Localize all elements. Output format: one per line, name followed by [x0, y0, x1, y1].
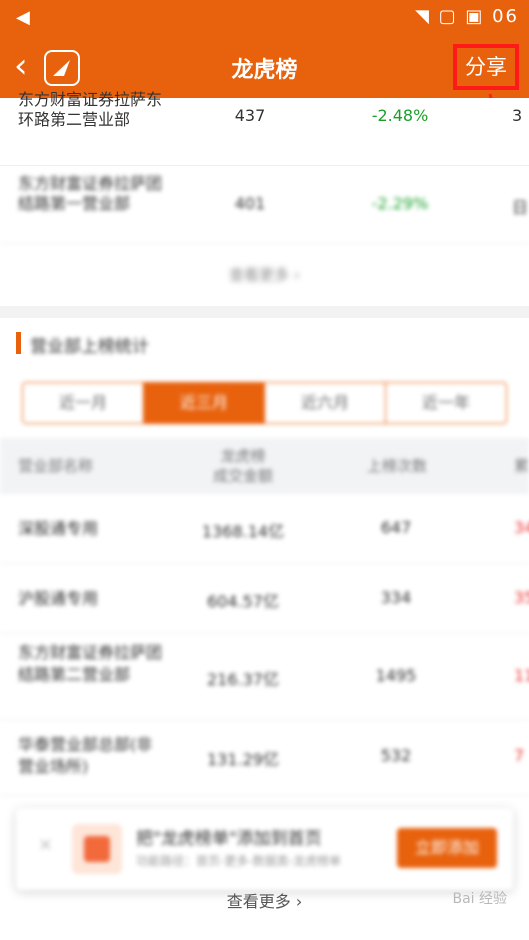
col-extra: 累	[514, 457, 529, 475]
branch-extra: 35	[514, 588, 529, 607]
branch-amount: 1368.14亿	[201, 522, 285, 541]
branch-name: 深股通专用	[18, 519, 99, 538]
banner-app-icon	[72, 824, 122, 874]
table-row[interactable]: 东方财富证券拉萨东环路第二营业部 437 -2.48% 3	[0, 90, 529, 166]
branch-pct: -2.29%	[371, 194, 429, 213]
branch-amount: 604.57亿	[207, 592, 279, 611]
section-accent	[16, 332, 21, 354]
period-tabs: 近一月 近三月 近六月 近一年	[22, 382, 507, 424]
table-row[interactable]: 深股通专用 1368.14亿 647 34	[0, 494, 529, 564]
branch-cut: 日	[512, 198, 529, 217]
branch-count: 1495	[375, 666, 417, 685]
branch-pct: -2.48%	[371, 106, 429, 125]
branch-extra: 34	[514, 518, 529, 537]
tab-three-months[interactable]: 近三月	[144, 383, 265, 423]
view-more-link[interactable]: 查看更多 ›	[0, 888, 529, 912]
branch-name: 沪股通专用	[18, 589, 99, 608]
branch-extra: 11	[514, 666, 529, 685]
watermark: Bai 经验	[452, 891, 507, 907]
branch-amount: 216.37亿	[207, 670, 279, 689]
table-row[interactable]: 沪股通专用 604.57亿 334 35	[0, 564, 529, 634]
branch-name: 东方财富证券拉萨团结路第二营业部	[18, 643, 163, 684]
add-to-home-banner: × 把"龙虎榜单"添加到首页 功能路径：首页-更多-数据类-龙虎榜单 立即添加	[16, 808, 513, 890]
add-now-button[interactable]: 立即添加	[397, 828, 497, 868]
section-title: 营业部上榜统计	[30, 337, 149, 357]
branch-count: 647	[380, 518, 412, 537]
branch-name: 东方财富证券拉萨东环路第二营业部	[18, 90, 163, 129]
branch-amount: 401	[234, 194, 266, 213]
branch-count: 334	[380, 588, 412, 607]
branch-amount: 131.29亿	[207, 750, 279, 769]
branch-amount: 437	[234, 106, 266, 125]
top-list-card: 东方财富证券拉萨东环路第二营业部 437 -2.48% 3 东方财富证券拉萨团结…	[0, 90, 529, 306]
banner-title: 把"龙虎榜单"添加到首页	[136, 829, 322, 849]
close-icon[interactable]: ×	[38, 834, 53, 855]
branch-cut: 3	[512, 106, 523, 125]
table-row[interactable]: 东方财富证券拉萨团结路第一营业部 401 -2.29% 日	[0, 168, 529, 244]
col-branch-name: 营业部名称	[18, 457, 94, 475]
table-row[interactable]: 东方财富证券拉萨团结路第二营业部 216.37亿 1495 11	[0, 634, 529, 720]
table-row[interactable]: 华泰营业部总部(非营业场所) 131.29亿 532 7	[0, 720, 529, 796]
branch-name: 华泰营业部总部(非营业场所)	[18, 735, 153, 776]
branch-extra: 7	[514, 746, 525, 765]
view-more-link[interactable]: 查看更多 ›	[0, 264, 529, 285]
col-amount: 龙虎榜 成交金额	[212, 447, 273, 485]
tab-six-months[interactable]: 近六月	[265, 383, 386, 423]
tab-one-month[interactable]: 近一月	[23, 383, 144, 423]
tab-one-year[interactable]: 近一年	[386, 383, 506, 423]
banner-subtitle: 功能路径：首页-更多-数据类-龙虎榜单	[136, 854, 341, 868]
branch-count: 532	[380, 746, 412, 765]
col-count: 上榜次数	[366, 457, 427, 475]
branch-name: 东方财富证券拉萨团结路第一营业部	[18, 174, 163, 213]
table-header: 营业部名称 龙虎榜 成交金额 上榜次数 累	[0, 438, 529, 494]
